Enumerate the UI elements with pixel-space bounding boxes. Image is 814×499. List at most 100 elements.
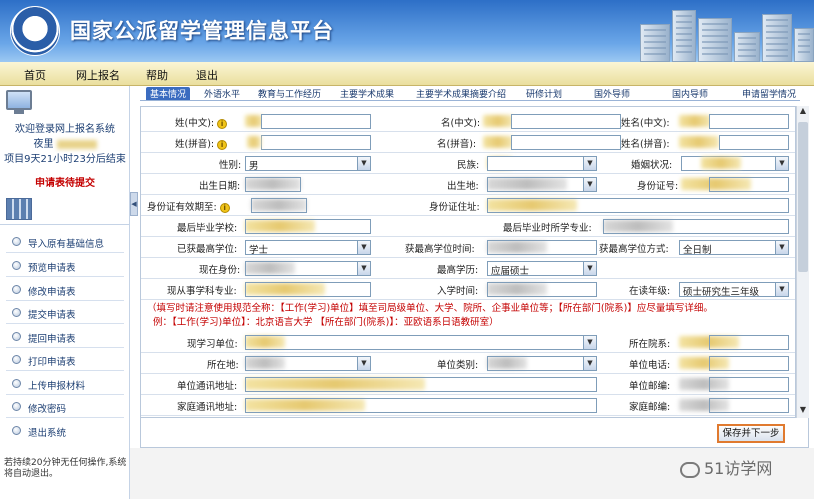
field-label: 在读年级: — [629, 286, 671, 297]
form-row: 姓(中文): i 名(中文): 姓名(中文): — [141, 111, 795, 132]
full-name-py-input[interactable] — [719, 135, 789, 150]
computer-icon — [6, 90, 32, 114]
tab-achievements[interactable]: 主要学术成果 — [340, 87, 394, 100]
building-graphic — [762, 14, 792, 62]
field-label: 名(拼音): — [437, 139, 477, 150]
menu-change-password[interactable]: 修改密码 — [0, 397, 130, 417]
divider — [0, 224, 130, 225]
menu-withdraw[interactable]: 提回申请表 — [0, 327, 130, 347]
tab-study-abroad[interactable]: 申请留学情况 — [742, 87, 796, 100]
form-row: 最后毕业学校: 最后毕业时所学专业: — [141, 216, 795, 237]
field-label: 已获最高学位: — [177, 244, 238, 255]
surname-cn-input[interactable] — [261, 114, 371, 129]
field-label: 家庭邮编: — [629, 402, 671, 413]
id-valid-input[interactable] — [251, 198, 307, 213]
bullet-icon — [12, 426, 21, 435]
user-name: 夜里 — [0, 135, 130, 150]
field-label: 婚姻状况: — [631, 160, 673, 171]
chevron-down-icon: ▼ — [775, 283, 788, 296]
tab-education-work[interactable]: 教育与工作经历 — [258, 87, 321, 100]
divider — [6, 347, 124, 348]
department-input[interactable] — [709, 335, 789, 350]
building-graphic — [794, 28, 814, 62]
nav-help[interactable]: 帮助 — [146, 67, 168, 83]
tab-study-plan[interactable]: 研修计划 — [526, 87, 562, 100]
tab-foreign-supervisor[interactable]: 国外导师 — [594, 87, 630, 100]
field-label: 最后毕业学校: — [177, 223, 238, 234]
unit-zip-input[interactable] — [709, 377, 789, 392]
home-zip-input[interactable] — [709, 398, 789, 413]
field-label: 现在身份: — [199, 265, 241, 276]
menu-print[interactable]: 打印申请表 — [0, 350, 130, 370]
unit-address-input[interactable] — [245, 377, 597, 392]
chevron-down-icon: ▼ — [583, 336, 596, 349]
menu-submit[interactable]: 提交申请表 — [0, 303, 130, 323]
full-name-cn-input[interactable] — [709, 114, 789, 129]
form-row: 姓(拼音): i 名(拼音): 姓名(拼音): — [141, 132, 795, 153]
save-next-button[interactable]: 保存并下一步 — [717, 424, 785, 443]
unit-type-select[interactable]: ▼ — [487, 356, 597, 371]
nav-home[interactable]: 首页 — [24, 67, 46, 83]
welcome-text: 欢迎登录网上报名系统 — [15, 124, 115, 135]
bullet-icon — [12, 379, 21, 388]
field-label: 性别: — [219, 160, 242, 171]
divider — [6, 370, 124, 371]
grade-select[interactable]: 硕士研究生三年级 ▼ — [679, 282, 789, 297]
menu-edit[interactable]: 修改申请表 — [0, 280, 130, 300]
degree-method-select[interactable]: 全日制 ▼ — [679, 240, 789, 255]
last-school-input[interactable] — [245, 219, 371, 234]
info-icon[interactable]: i — [217, 118, 228, 129]
tab-domestic-supervisor[interactable]: 国内导师 — [672, 87, 708, 100]
tab-basic-info[interactable]: 基本情况 — [146, 87, 191, 100]
info-icon[interactable]: i — [219, 202, 230, 213]
chevron-down-icon: ▼ — [583, 178, 596, 191]
unit-phone-input[interactable] — [709, 356, 789, 371]
menu-exit[interactable]: 退出系统 — [0, 421, 130, 441]
study-unit-select[interactable]: ▼ — [245, 335, 597, 350]
bullet-icon — [12, 402, 21, 411]
chevron-down-icon: ▼ — [775, 157, 788, 170]
menu-import-info[interactable]: 导入原有基础信息 — [0, 232, 130, 252]
divider — [6, 276, 124, 277]
bullet-icon — [12, 285, 21, 294]
field-label: 入学时间: — [437, 286, 479, 297]
info-icon[interactable]: i — [217, 139, 228, 150]
scroll-up-icon[interactable]: ▲ — [797, 106, 809, 119]
education-select[interactable]: 应届硕士 ▼ — [487, 261, 597, 276]
nav-logout[interactable]: 退出 — [196, 67, 218, 83]
birthdate-input[interactable] — [245, 177, 301, 192]
identity-select[interactable]: ▼ — [245, 261, 371, 276]
last-major-input[interactable] — [603, 219, 789, 234]
birthplace-select[interactable]: ▼ — [487, 177, 597, 192]
books-icon — [6, 198, 32, 220]
tab-language[interactable]: 外语水平 — [204, 87, 240, 100]
id-number-input[interactable] — [709, 177, 789, 192]
field-label: 姓(拼音): i — [175, 136, 228, 150]
nav-online-apply[interactable]: 网上报名 — [76, 67, 120, 83]
home-address-input[interactable] — [245, 398, 597, 413]
field-label: 最后毕业时所学专业: — [503, 223, 592, 234]
location-select[interactable]: ▼ — [245, 356, 371, 371]
scroll-down-icon[interactable]: ▼ — [797, 405, 809, 418]
collapse-sidebar-icon[interactable]: ◀ — [130, 192, 138, 216]
id-address-input[interactable] — [487, 198, 789, 213]
gender-select[interactable]: 男 ▼ — [245, 156, 371, 171]
form-scrollbar[interactable]: ▲ ▼ — [796, 106, 809, 418]
tab-strip: 基本情况 外语水平 教育与工作经历 主要学术成果 主要学术成果摘要介绍 研修计划… — [140, 87, 800, 101]
enroll-time-input[interactable] — [487, 282, 597, 297]
ethnic-select[interactable]: ▼ — [487, 156, 597, 171]
subject-input[interactable] — [245, 282, 371, 297]
degree-time-input[interactable] — [487, 240, 597, 255]
surname-py-input[interactable] — [261, 135, 371, 150]
menu-upload[interactable]: 上传申报材料 — [0, 374, 130, 394]
tab-achievement-summary[interactable]: 主要学术成果摘要介绍 — [416, 87, 506, 100]
scroll-thumb[interactable] — [798, 122, 808, 272]
given-name-cn-input[interactable] — [511, 114, 621, 129]
bullet-icon — [12, 237, 21, 246]
form-row: 出生日期: 出生地: ▼ 身份证号: — [141, 174, 795, 195]
header-banner: 国家公派留学管理信息平台 — [0, 0, 814, 62]
given-name-py-input[interactable] — [511, 135, 621, 150]
degree-select[interactable]: 学士 ▼ — [245, 240, 371, 255]
menu-preview[interactable]: 预览申请表 — [0, 256, 130, 276]
field-label: 姓名(拼音): — [621, 139, 670, 150]
